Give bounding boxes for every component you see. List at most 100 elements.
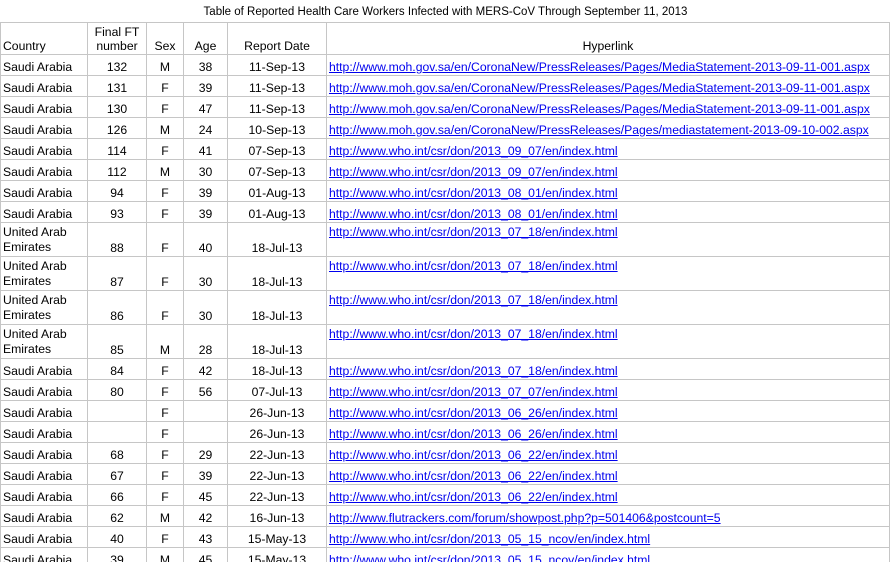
cell-age: 40 <box>183 222 228 257</box>
cell-hyperlink: http://www.who.int/csr/don/2013_07_18/en… <box>326 358 890 380</box>
cell-final-ft-number: 40 <box>87 526 147 548</box>
cell-age <box>183 400 228 422</box>
header-report-date: Report Date <box>227 22 327 55</box>
cell-report-date: 11-Sep-13 <box>227 54 327 76</box>
cell-country: Saudi Arabia <box>0 442 88 464</box>
cell-country: Saudi Arabia <box>0 421 88 443</box>
cell-sex: F <box>146 463 184 485</box>
table-row: Saudi Arabia 93 F 39 01-Aug-13 http://www.who… <box>0 201 890 223</box>
table-row: United Arab Emirates 86 F 30 18-Jul-13 http:/… <box>0 290 890 325</box>
hyperlink[interactable]: http://www.moh.gov.sa/en/CoronaNew/Press… <box>329 102 870 116</box>
hyperlink[interactable]: http://www.who.int/csr/don/2013_07_18/en… <box>329 364 618 378</box>
hyperlink[interactable]: http://www.flutrackers.com/forum/showpos… <box>329 511 721 525</box>
cell-country: Saudi Arabia <box>0 547 88 562</box>
cell-final-ft-number: 114 <box>87 138 147 160</box>
hcw-table: Country Final FT number Sex Age Report D… <box>0 22 890 562</box>
hyperlink[interactable]: http://www.who.int/csr/don/2013_09_07/en… <box>329 144 618 158</box>
header-row: Country Final FT number Sex Age Report D… <box>0 22 890 55</box>
cell-final-ft-number: 84 <box>87 358 147 380</box>
cell-age: 45 <box>183 547 228 562</box>
cell-report-date: 01-Aug-13 <box>227 201 327 223</box>
header-age: Age <box>183 22 228 55</box>
hyperlink[interactable]: http://www.who.int/csr/don/2013_06_26/en… <box>329 427 618 441</box>
cell-sex: F <box>146 400 184 422</box>
cell-report-date: 18-Jul-13 <box>227 324 327 359</box>
hyperlink[interactable]: http://www.who.int/csr/don/2013_07_18/en… <box>329 225 618 239</box>
cell-sex: F <box>146 138 184 160</box>
cell-country: United Arab Emirates <box>0 290 88 325</box>
cell-report-date: 07-Jul-13 <box>227 379 327 401</box>
cell-sex: M <box>146 505 184 527</box>
hyperlink[interactable]: http://www.who.int/csr/don/2013_07_18/en… <box>329 259 618 273</box>
cell-report-date: 18-Jul-13 <box>227 222 327 257</box>
cell-sex: F <box>146 379 184 401</box>
cell-sex: M <box>146 547 184 562</box>
cell-age: 29 <box>183 442 228 464</box>
hyperlink[interactable]: http://www.who.int/csr/don/2013_07_18/en… <box>329 327 618 341</box>
hyperlink[interactable]: http://www.who.int/csr/don/2013_05_15_nc… <box>329 532 650 546</box>
cell-hyperlink: http://www.moh.gov.sa/en/CoronaNew/Press… <box>326 117 890 139</box>
cell-country: Saudi Arabia <box>0 526 88 548</box>
cell-final-ft-number: 126 <box>87 117 147 139</box>
hyperlink[interactable]: http://www.who.int/csr/don/2013_06_26/en… <box>329 406 618 420</box>
header-hyperlink: Hyperlink <box>326 22 890 55</box>
cell-age: 39 <box>183 463 228 485</box>
cell-country: Saudi Arabia <box>0 96 88 118</box>
cell-report-date: 18-Jul-13 <box>227 256 327 291</box>
hyperlink[interactable]: http://www.who.int/csr/don/2013_08_01/en… <box>329 186 618 200</box>
cell-report-date: 11-Sep-13 <box>227 75 327 97</box>
cell-report-date: 10-Sep-13 <box>227 117 327 139</box>
hyperlink[interactable]: http://www.who.int/csr/don/2013_05_15_nc… <box>329 553 650 562</box>
cell-final-ft-number: 62 <box>87 505 147 527</box>
cell-country: Saudi Arabia <box>0 505 88 527</box>
hyperlink[interactable]: http://www.who.int/csr/don/2013_06_22/en… <box>329 490 618 504</box>
cell-sex: F <box>146 442 184 464</box>
cell-age: 30 <box>183 159 228 181</box>
table-row: Saudi Arabia F 26-Jun-13 http://www.who.int… <box>0 421 890 443</box>
cell-report-date: 22-Jun-13 <box>227 463 327 485</box>
cell-age: 39 <box>183 180 228 202</box>
table-row: Saudi Arabia 130 F 47 11-Sep-13 http://www.mo… <box>0 96 890 118</box>
cell-country: United Arab Emirates <box>0 256 88 291</box>
table-row: Saudi Arabia 67 F 39 22-Jun-13 http://www.who… <box>0 463 890 485</box>
hyperlink[interactable]: http://www.moh.gov.sa/en/CoronaNew/Press… <box>329 81 870 95</box>
cell-final-ft-number: 86 <box>87 290 147 325</box>
hyperlink[interactable]: http://www.who.int/csr/don/2013_09_07/en… <box>329 165 618 179</box>
cell-age: 38 <box>183 54 228 76</box>
cell-report-date: 11-Sep-13 <box>227 96 327 118</box>
cell-hyperlink: http://www.who.int/csr/don/2013_05_15_nc… <box>326 547 890 562</box>
cell-final-ft-number: 94 <box>87 180 147 202</box>
cell-country: Saudi Arabia <box>0 358 88 380</box>
cell-age: 39 <box>183 201 228 223</box>
cell-hyperlink: http://www.who.int/csr/don/2013_06_26/en… <box>326 421 890 443</box>
hyperlink[interactable]: http://www.moh.gov.sa/en/CoronaNew/Press… <box>329 123 869 137</box>
cell-hyperlink: http://www.who.int/csr/don/2013_09_07/en… <box>326 138 890 160</box>
cell-country: Saudi Arabia <box>0 400 88 422</box>
cell-final-ft-number: 130 <box>87 96 147 118</box>
cell-hyperlink: http://www.who.int/csr/don/2013_07_18/en… <box>326 256 890 291</box>
hyperlink[interactable]: http://www.who.int/csr/don/2013_06_22/en… <box>329 448 618 462</box>
cell-sex: M <box>146 159 184 181</box>
cell-country: Saudi Arabia <box>0 484 88 506</box>
hyperlink[interactable]: http://www.who.int/csr/don/2013_06_22/en… <box>329 469 618 483</box>
table-row: Saudi Arabia 114 F 41 07-Sep-13 http://www.wh… <box>0 138 890 160</box>
cell-hyperlink: http://www.who.int/csr/don/2013_09_07/en… <box>326 159 890 181</box>
cell-hyperlink: http://www.who.int/csr/don/2013_06_22/en… <box>326 484 890 506</box>
hyperlink[interactable]: http://www.moh.gov.sa/en/CoronaNew/Press… <box>329 60 870 74</box>
cell-report-date: 07-Sep-13 <box>227 159 327 181</box>
hyperlink[interactable]: http://www.who.int/csr/don/2013_08_01/en… <box>329 207 618 221</box>
cell-final-ft-number: 132 <box>87 54 147 76</box>
table-row: United Arab Emirates 85 M 28 18-Jul-13 http:/… <box>0 324 890 359</box>
header-final-ft-number: Final FT number <box>87 22 147 55</box>
hyperlink[interactable]: http://www.who.int/csr/don/2013_07_07/en… <box>329 385 618 399</box>
cell-report-date: 18-Jul-13 <box>227 358 327 380</box>
cell-hyperlink: http://www.who.int/csr/don/2013_07_18/en… <box>326 222 890 257</box>
cell-report-date: 15-May-13 <box>227 547 327 562</box>
cell-final-ft-number <box>87 421 147 443</box>
cell-report-date: 16-Jun-13 <box>227 505 327 527</box>
cell-final-ft-number: 66 <box>87 484 147 506</box>
cell-report-date: 07-Sep-13 <box>227 138 327 160</box>
cell-country: Saudi Arabia <box>0 75 88 97</box>
hyperlink[interactable]: http://www.who.int/csr/don/2013_07_18/en… <box>329 293 618 307</box>
cell-sex: F <box>146 180 184 202</box>
